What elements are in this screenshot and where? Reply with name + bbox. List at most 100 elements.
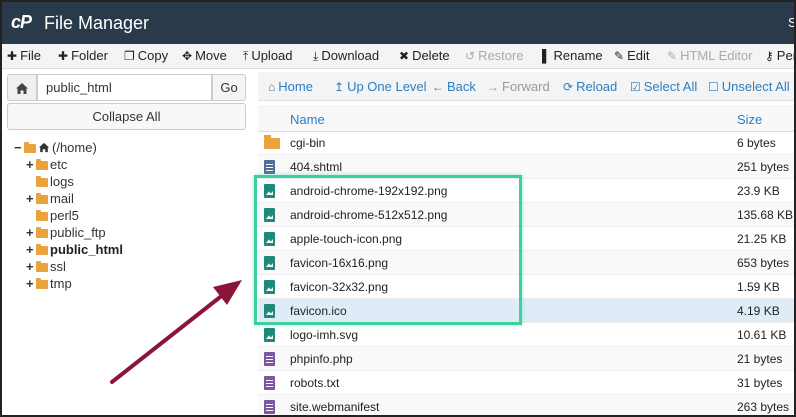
file-size: 21.25 KB [737,232,787,246]
nav-reload-button[interactable]: ⟳ Reload [563,79,617,94]
expand-toggle-icon[interactable]: + [26,275,36,292]
file-row[interactable]: 404.shtml 251 bytes [258,155,794,179]
folder-icon [36,278,48,289]
nav-select-all-button[interactable]: ☑ Select All [630,79,697,94]
image-file-icon [264,304,275,318]
pencil-icon: ✎ [614,49,625,63]
folder-icon [36,193,48,204]
toolbar-restore-button[interactable]: ↺ Restore [465,48,524,63]
tree-node-etc[interactable]: + etc [26,156,67,173]
folder-icon [36,159,48,170]
toolbar-label: Per [776,48,796,63]
folder-icon [36,210,48,221]
tree-node-label: logs [50,174,74,189]
file-row[interactable]: robots.txt 31 bytes [258,371,794,395]
tree-node-label: (/home) [52,140,97,155]
copy-icon: ❐ [124,49,135,63]
cpanel-logo-icon: cP [11,12,32,32]
tree-node-public_ftp[interactable]: + public_ftp [26,224,106,241]
check-square-icon: ☑ [630,80,641,94]
nav-label: Forward [502,79,550,94]
nav-back-button[interactable]: ← Back [432,79,476,94]
file-row[interactable]: android-chrome-192x192.png 23.9 KB [258,179,794,203]
column-header-size[interactable]: Size [737,112,762,127]
file-name: android-chrome-512x512.png [290,208,448,222]
toolbar-label: Move [195,48,227,63]
toolbar-delete-button[interactable]: ✖ Delete [399,48,450,63]
user-menu[interactable]: S [788,15,794,30]
toolbar-folder-button[interactable]: ✚ Folder [58,48,108,63]
nav-up-one-level-button[interactable]: ↥ Up One Level [334,79,427,94]
tree-node-mail[interactable]: + mail [26,190,74,207]
file-row[interactable]: favicon-32x32.png 1.59 KB [258,275,794,299]
toolbar-file-button[interactable]: ✚ File [7,48,41,63]
arrow-left-icon: ← [432,80,444,94]
file-name: phpinfo.php [290,352,353,366]
upload-icon: ⤒ [243,49,249,63]
expand-toggle-icon[interactable]: + [26,224,36,241]
nav-label: Reload [576,79,618,94]
go-button[interactable]: Go [212,74,246,101]
expand-toggle-icon[interactable]: + [26,156,36,173]
toolbar-label: Delete [412,48,450,63]
home-directory-button[interactable] [7,74,37,101]
nav-forward-button[interactable]: → Forward [487,79,550,94]
nav-label: Back [447,79,476,94]
collapse-toggle-icon[interactable]: − [14,139,24,156]
nav-unselect-all-button[interactable]: ☐ Unselect All [708,79,790,94]
expand-toggle-icon[interactable]: + [26,258,36,275]
path-input[interactable] [37,74,212,101]
tree-node-label: public_ftp [50,225,106,240]
file-name: 404.shtml [290,160,343,174]
collapse-all-button[interactable]: Collapse All [7,103,246,130]
nav-home-button[interactable]: ⌂ Home [268,79,313,94]
file-row[interactable]: favicon-16x16.png 653 bytes [258,251,794,275]
tree-node-logs[interactable]: logs [26,173,74,190]
file-row[interactable]: cgi-bin 6 bytes [258,131,794,155]
file-size: 653 bytes [737,256,790,270]
file-name: favicon-32x32.png [290,280,389,294]
file-row[interactable]: android-chrome-512x512.png 135.68 KB [258,203,794,227]
expand-toggle-icon[interactable]: + [26,190,36,207]
table-header: Name Size [258,106,794,132]
home-icon: ⌂ [268,80,276,94]
toolbar-html-editor-button[interactable]: ✎ HTML Editor [667,48,753,63]
toolbar-per-button[interactable]: ⚷ Per [765,48,796,63]
nav-label: Unselect All [721,79,790,94]
file-size: 31 bytes [737,376,783,390]
toolbar-download-button[interactable]: ⤓ Download [313,48,379,64]
tree-node-tmp[interactable]: + tmp [26,275,72,292]
file-row[interactable]: favicon.ico 4.19 KB [258,299,794,323]
folder-icon [36,261,48,272]
tree-node-ssl[interactable]: + ssl [26,258,66,275]
image-file-icon [264,280,275,294]
tree-node-label: etc [50,157,68,172]
file-name: logo-imh.svg [290,328,359,342]
toolbar-move-button[interactable]: ✥ Move [182,48,227,63]
file-row[interactable]: logo-imh.svg 10.61 KB [258,323,794,347]
file-name: apple-touch-icon.png [290,232,403,246]
toolbar-label: Copy [137,48,169,63]
file-name: robots.txt [290,376,340,390]
toolbar-copy-button[interactable]: ❐ Copy [124,48,168,63]
tree-node-public_html[interactable]: + public_html [26,241,123,258]
nav-label: Home [278,79,313,94]
file-manager-window: cP File Manager S ✚ File ✚ Folder ❐ Copy ✥ Move… [0,0,796,417]
toolbar-edit-button[interactable]: ✎ Edit [614,48,649,63]
tree-node-home[interactable]: − (/home) [14,139,97,156]
file-row[interactable]: site.webmanifest 263 bytes [258,395,794,415]
toolbar-label: Folder [71,48,108,63]
toolbar-label: Edit [627,48,650,63]
home-icon [38,142,50,153]
tree-node-label: public_html [50,242,123,257]
column-header-name[interactable]: Name [290,112,325,127]
toolbar-upload-button[interactable]: ⤒ Upload [243,48,293,64]
toolbar-rename-button[interactable]: ▌ Rename [542,48,603,63]
expand-toggle-icon[interactable]: + [26,241,36,258]
document-icon: ▌ [542,49,551,63]
tree-node-perl5[interactable]: perl5 [26,207,79,224]
restore-icon: ↺ [465,49,476,63]
file-row[interactable]: phpinfo.php 21 bytes [258,347,794,371]
file-row[interactable]: apple-touch-icon.png 21.25 KB [258,227,794,251]
download-icon: ⤓ [313,49,319,63]
